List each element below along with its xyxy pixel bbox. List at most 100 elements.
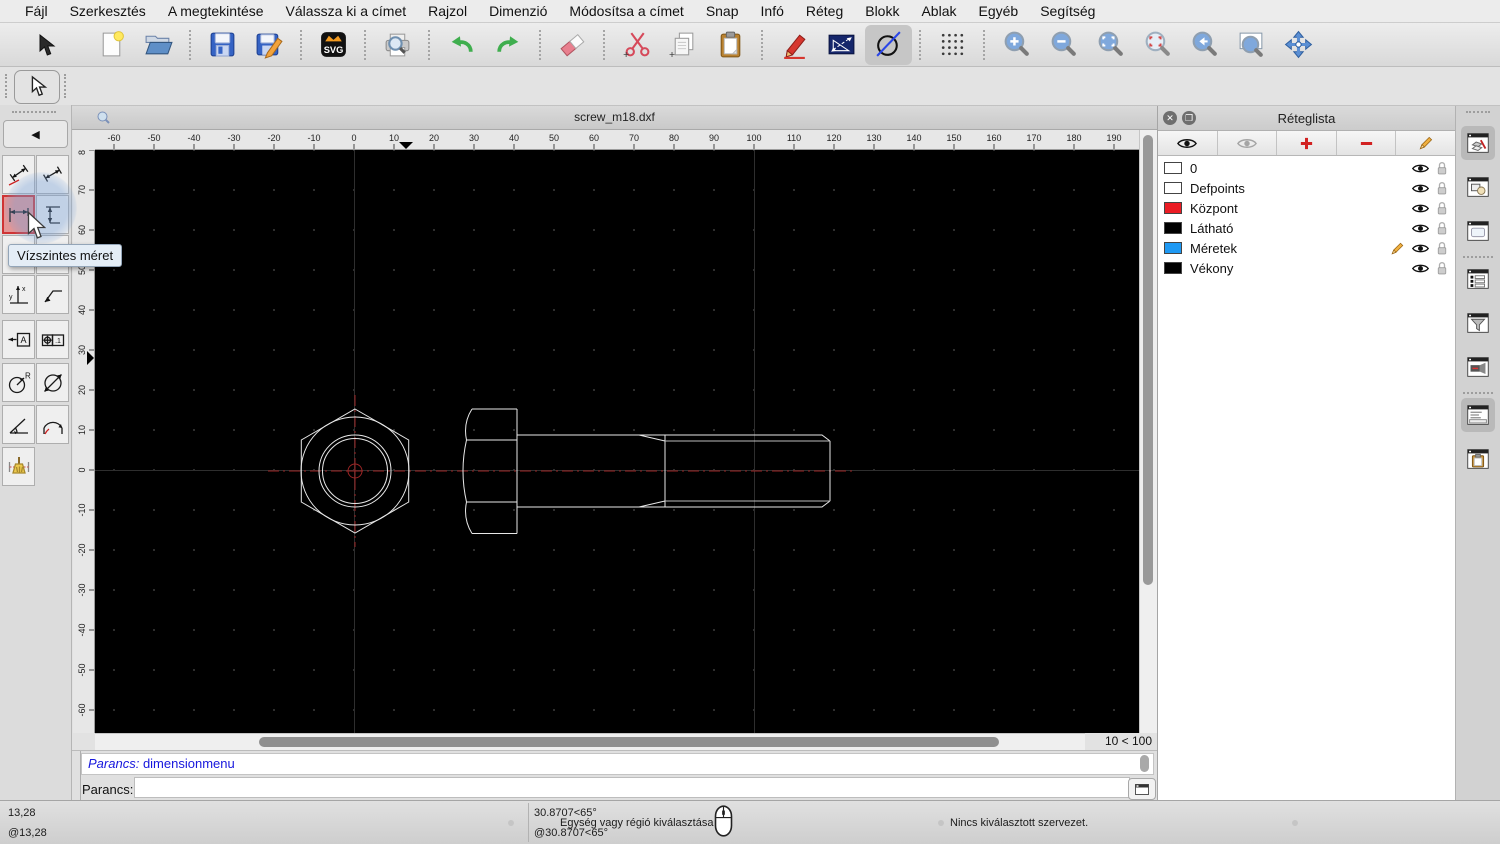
menu-other[interactable]: Egyéb bbox=[968, 3, 1030, 19]
lock-icon[interactable] bbox=[1436, 161, 1448, 176]
tool-diametric-dimension[interactable] bbox=[36, 363, 69, 402]
lock-icon[interactable] bbox=[1436, 261, 1448, 276]
eye-icon[interactable] bbox=[1412, 223, 1429, 234]
drawing-canvas[interactable] bbox=[95, 150, 1139, 733]
lock-icon[interactable] bbox=[1436, 181, 1448, 196]
hide-all-layers-button[interactable] bbox=[1218, 131, 1278, 155]
eye-icon[interactable] bbox=[1412, 183, 1429, 194]
vertical-scrollbar-thumb[interactable] bbox=[1143, 135, 1153, 585]
measure-distance-button[interactable] bbox=[818, 25, 865, 65]
save-button[interactable] bbox=[199, 25, 246, 65]
undo-button[interactable] bbox=[438, 25, 485, 65]
layer-row[interactable]: Méretek bbox=[1158, 238, 1455, 258]
tool-linear-dimension[interactable] bbox=[36, 155, 69, 194]
tool-tolerance[interactable]: .1 bbox=[36, 320, 69, 359]
menu-modify[interactable]: Módosítsa a címet bbox=[558, 3, 694, 19]
zoom-in-button[interactable] bbox=[993, 25, 1040, 65]
menu-view[interactable]: A megtekintése bbox=[157, 3, 275, 19]
block-list-dock-button[interactable] bbox=[1461, 170, 1495, 204]
layer-color-swatch[interactable] bbox=[1164, 162, 1182, 174]
zoom-previous-button[interactable] bbox=[1181, 25, 1228, 65]
tool-radial-dimension[interactable]: R bbox=[2, 363, 35, 402]
add-layer-button[interactable] bbox=[1277, 131, 1337, 155]
eye-icon[interactable] bbox=[1412, 263, 1429, 274]
remove-layer-button[interactable] bbox=[1337, 131, 1397, 155]
menu-block[interactable]: Blokk bbox=[854, 3, 910, 19]
draft-mode-button[interactable] bbox=[865, 25, 912, 65]
export-svg-button[interactable]: SVG bbox=[310, 25, 357, 65]
selection-tool-button[interactable] bbox=[14, 70, 60, 104]
show-all-layers-button[interactable] bbox=[1158, 131, 1218, 155]
zoom-auto-button[interactable] bbox=[1087, 25, 1134, 65]
command-history-scrollbar-thumb[interactable] bbox=[1140, 755, 1149, 772]
menu-info[interactable]: Infó bbox=[750, 3, 795, 19]
layer-row[interactable]: Defpoints bbox=[1158, 178, 1455, 198]
layer-row[interactable]: Látható bbox=[1158, 218, 1455, 238]
menu-select[interactable]: Válassza ki a címet bbox=[275, 3, 418, 19]
layer-color-swatch[interactable] bbox=[1164, 222, 1182, 234]
copy-button[interactable]: + bbox=[660, 25, 707, 65]
layer-color-swatch[interactable] bbox=[1164, 202, 1182, 214]
eye-icon[interactable] bbox=[1412, 163, 1429, 174]
rail-handle[interactable] bbox=[1466, 111, 1490, 113]
menu-dimension[interactable]: Dimenzió bbox=[478, 3, 558, 19]
tool-text-leader[interactable]: A bbox=[2, 320, 35, 359]
menu-file[interactable]: Fájl bbox=[14, 3, 59, 19]
clipboard-dock-button[interactable] bbox=[1461, 442, 1495, 476]
filter-dock-button[interactable] bbox=[1461, 306, 1495, 340]
eye-icon[interactable] bbox=[1412, 203, 1429, 214]
tool-horizontal-dimension[interactable] bbox=[2, 195, 35, 234]
edit-attributes-button[interactable] bbox=[771, 25, 818, 65]
toolbar-selection-arrow-button[interactable] bbox=[26, 29, 64, 63]
library-browser-dock-button[interactable] bbox=[1461, 214, 1495, 248]
paste-button[interactable] bbox=[707, 25, 754, 65]
tool-vertical-dimension[interactable] bbox=[36, 195, 69, 234]
toolbar-handle[interactable] bbox=[64, 74, 66, 98]
save-as-button[interactable] bbox=[246, 25, 293, 65]
layer-color-swatch[interactable] bbox=[1164, 262, 1182, 274]
back-button[interactable]: ◀ bbox=[3, 120, 68, 148]
layer-row[interactable]: Vékony bbox=[1158, 258, 1455, 278]
eye-icon[interactable] bbox=[1412, 243, 1429, 254]
lock-icon[interactable] bbox=[1436, 201, 1448, 216]
open-file-button[interactable] bbox=[135, 25, 182, 65]
layer-color-swatch[interactable] bbox=[1164, 182, 1182, 194]
zoom-pan-button[interactable] bbox=[1275, 25, 1322, 65]
layer-row[interactable]: 0 bbox=[1158, 158, 1455, 178]
tool-leader[interactable] bbox=[36, 275, 69, 314]
menu-draw[interactable]: Rajzol bbox=[417, 3, 478, 19]
redo-button[interactable] bbox=[485, 25, 532, 65]
menu-snap[interactable]: Snap bbox=[695, 3, 750, 19]
zoom-window-button[interactable] bbox=[1228, 25, 1275, 65]
toolbar-handle[interactable] bbox=[5, 74, 7, 98]
command-window-dock-button[interactable] bbox=[1461, 398, 1495, 432]
named-views-dock-button[interactable] bbox=[1461, 350, 1495, 384]
panel-handle[interactable] bbox=[12, 111, 56, 113]
menu-layer[interactable]: Réteg bbox=[795, 3, 854, 19]
document-titlebar[interactable]: screw_m18.dxf bbox=[72, 106, 1157, 130]
tool-arc-dimension[interactable] bbox=[36, 405, 69, 444]
lock-icon[interactable] bbox=[1436, 241, 1448, 256]
cut-button[interactable]: + bbox=[613, 25, 660, 65]
command-window-detach-button[interactable] bbox=[1128, 778, 1156, 800]
delete-entities-button[interactable] bbox=[549, 25, 596, 65]
menu-edit[interactable]: Szerkesztés bbox=[59, 3, 157, 19]
layer-color-swatch[interactable] bbox=[1164, 242, 1182, 254]
tool-angular-dimension[interactable] bbox=[2, 405, 35, 444]
tool-regenerate-dimensions[interactable] bbox=[2, 447, 35, 486]
layer-row[interactable]: Központ bbox=[1158, 198, 1455, 218]
pencil-icon[interactable] bbox=[1390, 241, 1405, 256]
command-dock-handle[interactable] bbox=[72, 751, 81, 801]
print-preview-button[interactable] bbox=[374, 25, 421, 65]
zoom-out-button[interactable] bbox=[1040, 25, 1087, 65]
tool-aligned-dimension[interactable] bbox=[2, 155, 35, 194]
new-document-button[interactable] bbox=[88, 25, 135, 65]
entity-list-dock-button[interactable] bbox=[1461, 262, 1495, 296]
grid-toggle-button[interactable] bbox=[929, 25, 976, 65]
zoom-selection-button[interactable] bbox=[1134, 25, 1181, 65]
vertical-scrollbar[interactable] bbox=[1139, 130, 1157, 733]
menu-window[interactable]: Ablak bbox=[910, 3, 967, 19]
tool-ordinate-dimension[interactable]: xy bbox=[2, 275, 35, 314]
layer-list-dock-button[interactable] bbox=[1461, 126, 1495, 160]
horizontal-scrollbar-thumb[interactable] bbox=[259, 737, 999, 747]
